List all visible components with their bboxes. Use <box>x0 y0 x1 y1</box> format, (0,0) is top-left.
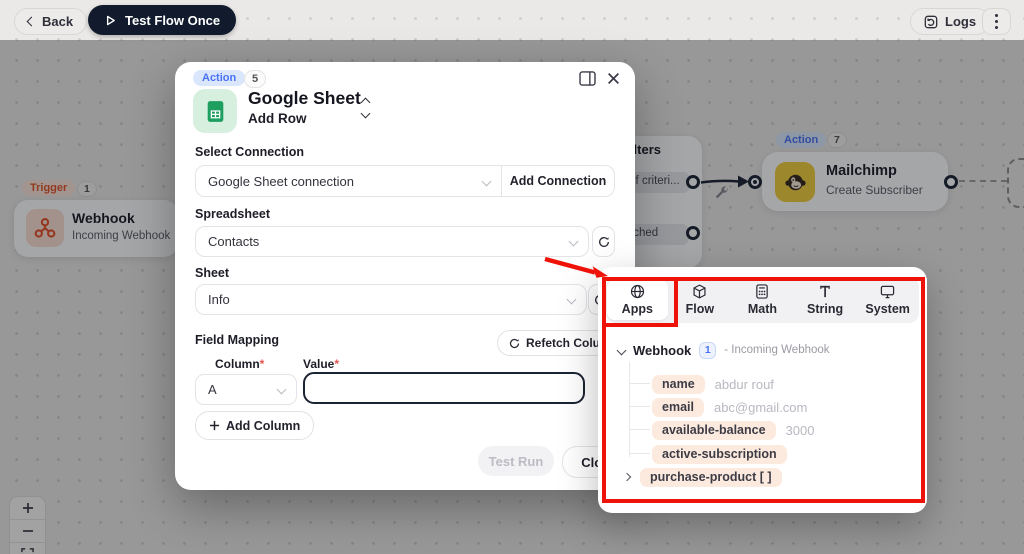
logs-button[interactable]: Logs <box>910 8 991 35</box>
field-pill-active-subscription[interactable]: active-subscription <box>652 444 787 464</box>
tab-string[interactable]: String <box>795 280 856 320</box>
chevron-down-icon <box>276 384 287 395</box>
chevron-left-icon <box>26 16 37 27</box>
close-icon[interactable] <box>607 72 620 85</box>
connection-value: Google Sheet connection <box>208 173 354 189</box>
add-column-label: Add Column <box>226 418 301 433</box>
field-value: abc@gmail.com <box>713 399 808 415</box>
logs-icon <box>924 15 938 28</box>
plus-icon <box>209 420 220 431</box>
play-icon <box>106 15 115 25</box>
action-switcher-icon[interactable] <box>360 97 371 119</box>
required-asterisk: * <box>259 357 265 371</box>
source-subtitle: - Incoming Webhook <box>724 344 830 356</box>
tree-row: name abdur rouf <box>652 374 774 394</box>
add-connection-button[interactable]: Add Connection <box>501 166 614 196</box>
data-picker-panel: Apps Flow Math String System Webhook 1 -… <box>598 267 927 513</box>
value-input[interactable] <box>303 372 585 404</box>
expand-chevron-icon[interactable] <box>622 472 632 482</box>
test-flow-once-button[interactable]: Test Flow Once <box>88 5 237 35</box>
value-label: Value* <box>303 357 340 371</box>
add-column-button[interactable]: Add Column <box>195 411 315 440</box>
sheet-label: Sheet <box>195 266 230 280</box>
action-config-modal: Action 5 Google Sheet Add Row Select Con… <box>175 62 637 490</box>
side-panel-toggle-icon[interactable] <box>579 71 596 86</box>
chevron-down-icon <box>481 176 492 186</box>
spreadsheet-value: Contacts <box>208 234 260 249</box>
back-button[interactable]: Back <box>14 8 88 35</box>
field-value: 3000 <box>785 422 815 438</box>
tree-row: available-balance 3000 <box>652 420 814 440</box>
connection-select[interactable]: Google Sheet connection <box>196 166 501 196</box>
app-window: Trigger 1 Webhook Incoming Webhook Filte… <box>0 0 1024 554</box>
chevron-down-icon <box>566 294 577 305</box>
picker-tabs: Apps Flow Math String System <box>606 277 919 323</box>
field-pill-name[interactable]: name <box>652 374 705 394</box>
spreadsheet-select[interactable]: Contacts <box>195 226 589 257</box>
column-label: Column* <box>215 357 265 371</box>
tree-row: purchase-product [ ] <box>622 467 782 487</box>
tab-apps[interactable]: Apps <box>607 280 668 320</box>
collapse-chevron-icon <box>616 345 627 355</box>
column-value: A <box>208 382 217 397</box>
globe-icon <box>630 284 644 299</box>
test-run-button[interactable]: Test Run <box>478 446 554 476</box>
modal-step-number: 5 <box>244 70 267 88</box>
field-mapping-label: Field Mapping <box>195 333 280 347</box>
modal-subtitle: Add Row <box>248 111 307 126</box>
modal-action-badge: Action <box>193 70 246 86</box>
select-connection-label: Select Connection <box>195 145 305 159</box>
webhook-source-header[interactable]: Webhook 1 - Incoming Webhook <box>616 340 830 360</box>
test-flow-label: Test Flow Once <box>125 12 221 28</box>
source-step-number: 1 <box>699 341 717 359</box>
chevron-down-icon <box>568 236 579 247</box>
cube-icon <box>693 284 706 299</box>
refresh-spreadsheet-button[interactable] <box>592 226 615 257</box>
google-sheet-icon <box>193 89 237 133</box>
calculator-icon <box>756 284 769 299</box>
sheet-value: Info <box>208 292 230 307</box>
modal-title: Google Sheet <box>248 88 361 108</box>
column-select[interactable]: A <box>195 374 297 405</box>
field-pill-email[interactable]: email <box>652 397 704 417</box>
field-pill-purchase-product[interactable]: purchase-product [ ] <box>640 467 782 487</box>
field-pill-available-balance[interactable]: available-balance <box>652 420 776 440</box>
refresh-icon <box>509 338 520 348</box>
sheet-select[interactable]: Info <box>195 284 587 315</box>
monitor-icon <box>880 285 895 299</box>
refresh-icon <box>598 236 609 247</box>
tree-guide-line <box>629 362 630 457</box>
tree-row: active-subscription <box>652 444 787 464</box>
spreadsheet-label: Spreadsheet <box>195 207 271 221</box>
back-label: Back <box>42 14 74 29</box>
tab-flow[interactable]: Flow <box>670 280 731 320</box>
source-title: Webhook <box>633 342 692 358</box>
top-toolbar: Back Test Flow Once Logs <box>0 0 1024 40</box>
more-options-button[interactable] <box>982 8 1011 35</box>
text-icon <box>820 285 830 298</box>
tab-system[interactable]: System <box>857 280 918 320</box>
logs-label: Logs <box>945 14 977 29</box>
tab-math[interactable]: Math <box>732 280 793 320</box>
tree-row: email abc@gmail.com <box>652 397 807 417</box>
required-asterisk: * <box>334 357 340 371</box>
field-value: abdur rouf <box>714 376 774 392</box>
